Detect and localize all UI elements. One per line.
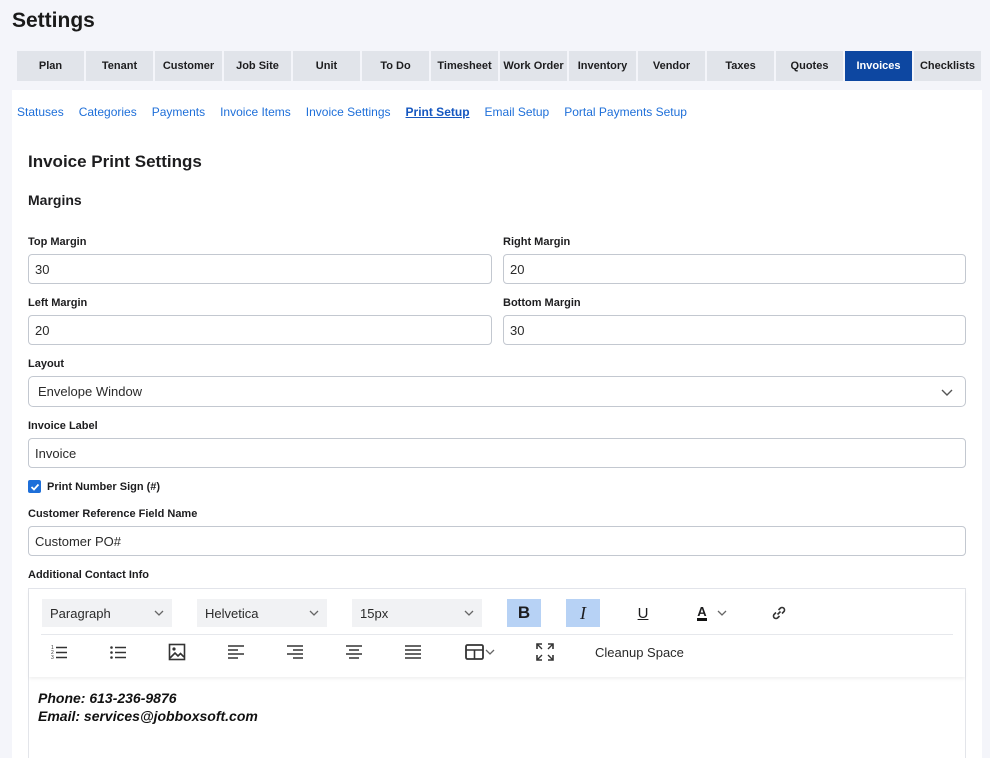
editor-content[interactable]: Phone: 613-236-9876 Email: services@jobb… bbox=[38, 689, 258, 725]
additional-contact-label: Additional Contact Info bbox=[28, 569, 149, 581]
fullscreen-icon bbox=[536, 643, 554, 661]
tab-to-do[interactable]: To Do bbox=[362, 51, 429, 81]
tab-timesheet[interactable]: Timesheet bbox=[431, 51, 498, 81]
chevron-down-icon bbox=[941, 389, 953, 396]
italic-button[interactable]: I bbox=[566, 599, 600, 627]
tab-inventory[interactable]: Inventory bbox=[569, 51, 636, 81]
subnav-categories[interactable]: Categories bbox=[79, 105, 137, 119]
image-icon bbox=[168, 643, 186, 661]
bullet-list-icon bbox=[110, 646, 126, 659]
print-number-sign-label: Print Number Sign (#) bbox=[47, 480, 161, 493]
invoice-label-label: Invoice Label bbox=[28, 420, 98, 432]
toolbar-row-insert: 1 2 3 Cleanup Space bbox=[29, 635, 965, 671]
bold-button[interactable]: B bbox=[507, 599, 541, 627]
tab-customer[interactable]: Customer bbox=[155, 51, 222, 81]
contact-email-line: Email: services@jobboxsoft.com bbox=[38, 708, 258, 724]
content-panel: Statuses Categories Payments Invoice Ite… bbox=[12, 90, 982, 758]
layout-label: Layout bbox=[28, 358, 65, 370]
align-justify-button[interactable] bbox=[402, 641, 424, 663]
underline-button[interactable]: U bbox=[626, 599, 660, 627]
font-family-value: Helvetica bbox=[205, 605, 259, 621]
tab-checklists[interactable]: Checklists bbox=[914, 51, 981, 81]
insert-image-button[interactable] bbox=[166, 641, 188, 663]
align-center-icon bbox=[346, 645, 362, 659]
cleanup-space-button[interactable]: Cleanup Space bbox=[595, 645, 684, 660]
contact-phone-line: Phone: 613-236-9876 bbox=[38, 690, 177, 706]
invoice-subnav: Statuses Categories Payments Invoice Ite… bbox=[17, 105, 687, 119]
rich-text-editor: Paragraph Helvetica 15px B I U A 1 2 3 C… bbox=[28, 588, 966, 758]
tab-quotes[interactable]: Quotes bbox=[776, 51, 843, 81]
chevron-down-icon bbox=[309, 610, 319, 616]
font-color-button[interactable]: A bbox=[687, 599, 737, 627]
subnav-statuses[interactable]: Statuses bbox=[17, 105, 64, 119]
table-icon bbox=[465, 644, 484, 660]
block-format-select[interactable]: Paragraph bbox=[42, 599, 172, 627]
chevron-down-icon bbox=[464, 610, 474, 616]
bottom-margin-label: Bottom Margin bbox=[503, 297, 581, 309]
subnav-payments[interactable]: Payments bbox=[152, 105, 205, 119]
tab-tenant[interactable]: Tenant bbox=[86, 51, 153, 81]
font-size-select[interactable]: 15px bbox=[352, 599, 482, 627]
link-button[interactable] bbox=[764, 599, 794, 627]
right-margin-input[interactable] bbox=[503, 254, 966, 284]
top-margin-label: Top Margin bbox=[28, 236, 87, 248]
font-color-label: A bbox=[697, 604, 707, 621]
tab-job-site[interactable]: Job Site bbox=[224, 51, 291, 81]
subnav-invoice-items[interactable]: Invoice Items bbox=[220, 105, 291, 119]
layout-value: Envelope Window bbox=[38, 384, 143, 399]
chevron-down-icon bbox=[485, 649, 495, 655]
ordered-list-button[interactable]: 1 2 3 bbox=[48, 641, 70, 663]
settings-tabs: Plan Tenant Customer Job Site Unit To Do… bbox=[17, 51, 981, 81]
right-margin-label: Right Margin bbox=[503, 236, 571, 248]
tab-taxes[interactable]: Taxes bbox=[707, 51, 774, 81]
print-number-sign-checkbox[interactable] bbox=[28, 480, 41, 493]
subnav-email-setup[interactable]: Email Setup bbox=[485, 105, 550, 119]
tab-plan[interactable]: Plan bbox=[17, 51, 84, 81]
font-size-value: 15px bbox=[360, 605, 389, 621]
check-icon bbox=[30, 483, 39, 491]
ordered-list-icon: 1 2 3 bbox=[51, 645, 67, 661]
align-justify-icon bbox=[405, 645, 421, 659]
tab-work-order[interactable]: Work Order bbox=[500, 51, 567, 81]
link-icon bbox=[772, 606, 786, 620]
align-right-icon bbox=[287, 645, 303, 659]
section-heading: Invoice Print Settings bbox=[28, 152, 202, 171]
font-family-select[interactable]: Helvetica bbox=[197, 599, 327, 627]
bullet-list-button[interactable] bbox=[107, 641, 129, 663]
svg-text:3: 3 bbox=[51, 655, 54, 661]
print-number-sign-row: Print Number Sign (#) bbox=[28, 480, 160, 493]
insert-table-button[interactable] bbox=[460, 641, 500, 663]
left-margin-input[interactable] bbox=[28, 315, 492, 345]
customer-ref-label: Customer Reference Field Name bbox=[28, 508, 198, 520]
align-left-button[interactable] bbox=[225, 641, 247, 663]
invoice-label-input[interactable] bbox=[28, 438, 966, 468]
subnav-print-setup[interactable]: Print Setup bbox=[406, 105, 470, 119]
tab-invoices[interactable]: Invoices bbox=[845, 51, 912, 81]
layout-select[interactable]: Envelope Window bbox=[28, 376, 966, 407]
page-title: Settings bbox=[12, 9, 95, 32]
left-margin-label: Left Margin bbox=[28, 297, 88, 309]
top-margin-input[interactable] bbox=[28, 254, 492, 284]
subnav-invoice-settings[interactable]: Invoice Settings bbox=[306, 105, 391, 119]
align-center-button[interactable] bbox=[343, 641, 365, 663]
chevron-down-icon bbox=[154, 610, 164, 616]
tab-unit[interactable]: Unit bbox=[293, 51, 360, 81]
bottom-margin-input[interactable] bbox=[503, 315, 966, 345]
chevron-down-icon bbox=[717, 610, 727, 616]
customer-ref-input[interactable] bbox=[28, 526, 966, 556]
fullscreen-button[interactable] bbox=[534, 641, 556, 663]
block-format-value: Paragraph bbox=[50, 605, 111, 621]
toolbar-row-formatting: Paragraph Helvetica 15px B I U A bbox=[29, 599, 965, 629]
subnav-portal-payments-setup[interactable]: Portal Payments Setup bbox=[564, 105, 687, 119]
align-right-button[interactable] bbox=[284, 641, 306, 663]
tab-vendor[interactable]: Vendor bbox=[638, 51, 705, 81]
align-left-icon bbox=[228, 645, 244, 659]
margins-heading: Margins bbox=[28, 192, 82, 208]
